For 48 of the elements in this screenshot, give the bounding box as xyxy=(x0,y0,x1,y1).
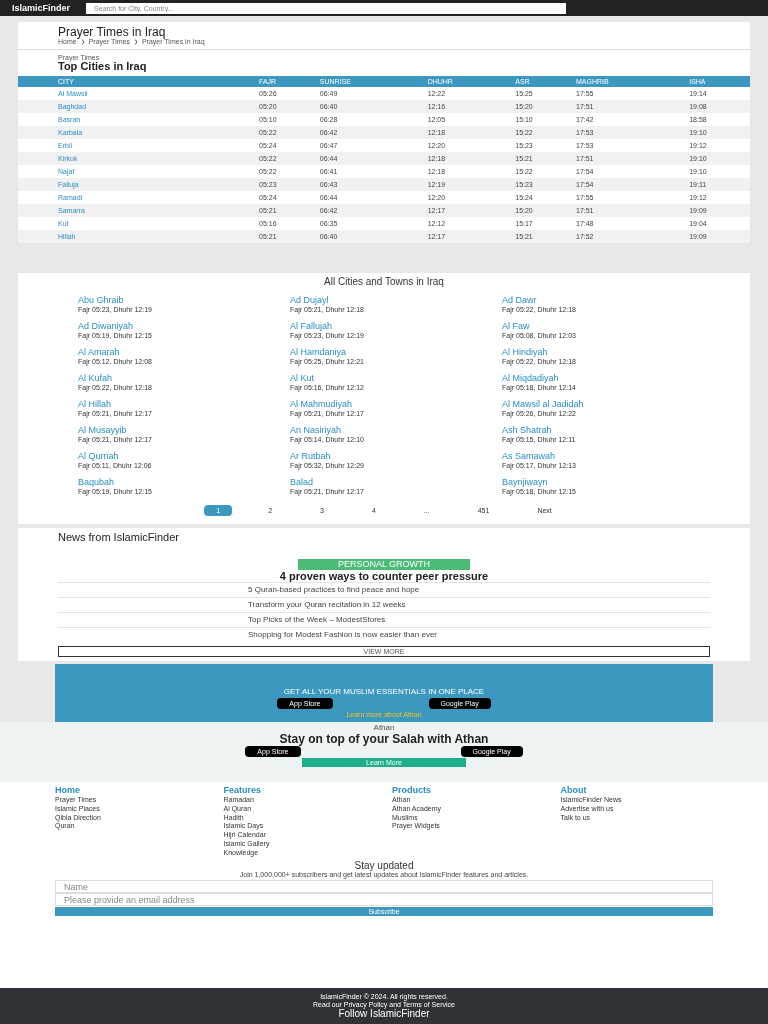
city-link[interactable]: An Nasiriyah xyxy=(290,425,478,437)
chevron-icon xyxy=(133,38,138,45)
city-link[interactable]: Al Miqdadiyah xyxy=(502,373,690,385)
section-title: Top Cities in Iraq xyxy=(58,61,148,72)
follow-title: Follow IslamicFinder xyxy=(338,1009,430,1019)
app-name: Athan xyxy=(373,724,395,732)
city-link[interactable]: Abu Ghraib xyxy=(78,295,266,307)
category-tag: PERSONAL GROWTH xyxy=(297,559,471,570)
city-link[interactable]: Al Kufah xyxy=(78,373,266,385)
city-link[interactable]: Al Mahmudiyah xyxy=(290,399,478,411)
city-link[interactable]: Al Amarah xyxy=(78,347,266,359)
city-link[interactable]: Ad Dawr xyxy=(502,295,690,307)
email-field[interactable]: Please provide an email address xyxy=(55,893,713,907)
city-link[interactable]: Al Hamdaniya xyxy=(290,347,478,359)
city-link[interactable]: Al Mawsil al Jadidah xyxy=(502,399,690,411)
chevron-icon xyxy=(80,38,85,45)
news-link[interactable]: Transform your Quran recitation in 12 weeks xyxy=(58,597,710,612)
app-headline: Stay on top of your Salah with Athan xyxy=(279,733,489,745)
footer-heading: Products xyxy=(392,786,432,795)
city-link[interactable]: Ad Diwaniyah xyxy=(78,321,266,333)
city-link[interactable]: Al Faw xyxy=(502,321,690,333)
news-link[interactable]: Shopping for Modest Fashion is now easier than ever xyxy=(58,627,710,642)
city-link[interactable]: Baynjiwayn xyxy=(502,477,690,489)
news-link[interactable]: 5 Quran-based practices to find peace and hope xyxy=(58,582,710,597)
footer-heading: About xyxy=(560,786,588,795)
news-link[interactable]: Top Picks of the Week – ModestStores xyxy=(58,612,710,627)
newsletter-title: Stay updated xyxy=(353,861,414,872)
city-link[interactable]: Ash Shatrah xyxy=(502,425,690,437)
city-link[interactable]: Al Musayyib xyxy=(78,425,266,437)
city-link[interactable]: Al Hillah xyxy=(78,399,266,411)
city-link[interactable]: Ar Rutbah xyxy=(290,451,478,463)
city-link[interactable]: Al Qurnah xyxy=(78,451,266,463)
name-field[interactable]: Name xyxy=(55,880,713,894)
footer-heading: Features xyxy=(223,786,263,795)
section-title: All Cities and Towns in Iraq xyxy=(323,277,445,287)
city-link[interactable]: Baqubah xyxy=(78,477,266,489)
city-link[interactable]: Al Fallujah xyxy=(290,321,478,333)
city-link[interactable]: Al Kut xyxy=(290,373,478,385)
footer-heading: Home xyxy=(55,786,81,795)
city-link[interactable]: Al Hindiyah xyxy=(502,347,690,359)
city-link[interactable]: Balad xyxy=(290,477,478,489)
city-link[interactable]: As Samawah xyxy=(502,451,690,463)
logo: IslamicFinder xyxy=(12,3,71,13)
banner-title: GET ALL YOUR MUSLIM ESSENTIALS IN ONE PLACE xyxy=(283,688,485,696)
page-title: Prayer Times in Iraq xyxy=(58,26,166,38)
section-title: News from IslamicFinder xyxy=(58,532,181,543)
city-link[interactable]: Ad Dujayl xyxy=(290,295,478,307)
news-headline: 4 proven ways to counter peer pressure xyxy=(278,571,490,582)
